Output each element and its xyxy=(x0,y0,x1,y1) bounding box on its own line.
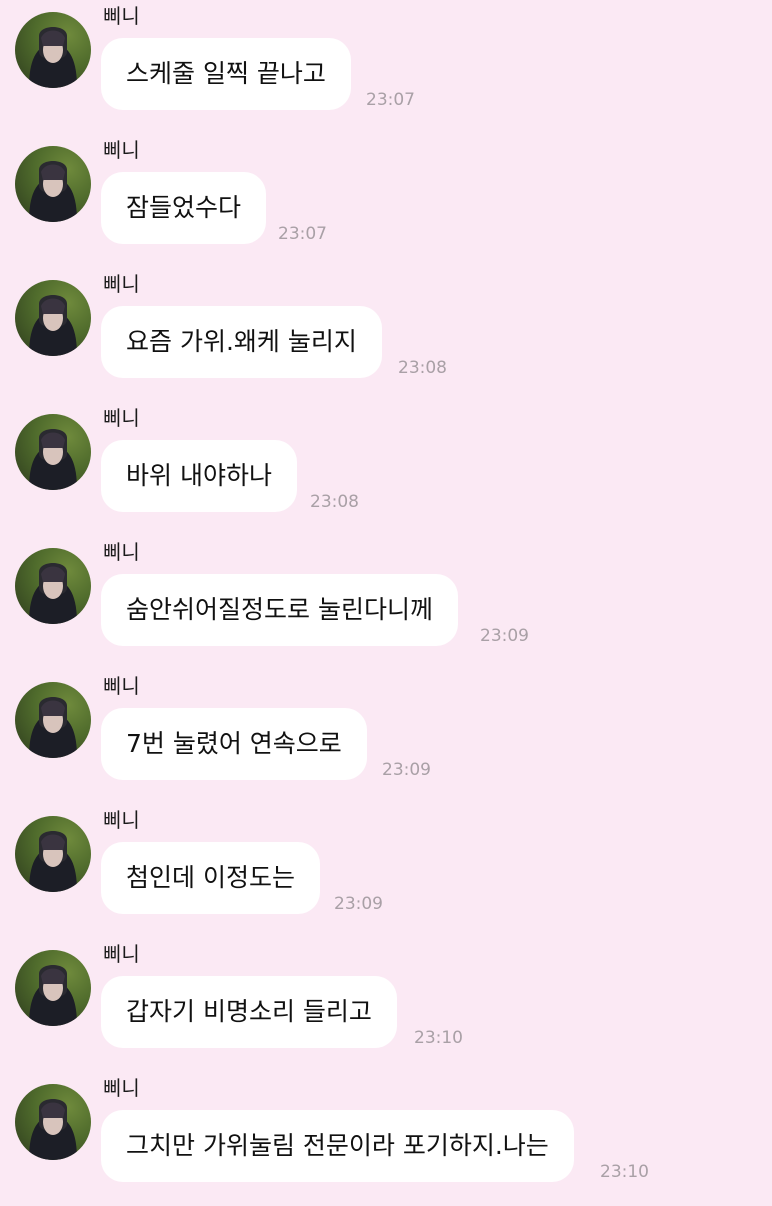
avatar[interactable] xyxy=(15,682,91,758)
message-bubble[interactable]: 바위 내야하나 xyxy=(101,440,297,512)
chat-message: 삐니 잠들었수다 23:07 xyxy=(0,134,772,268)
chat-message-list[interactable]: 삐니 스케줄 일찍 끝나고 23:07 삐니 잠들었수다 23:07 삐니 요즘… xyxy=(0,0,772,1200)
chat-message: 삐니 갑자기 비명소리 들리고 23:10 xyxy=(0,938,772,1072)
message-timestamp: 23:08 xyxy=(310,492,359,512)
message-timestamp: 23:08 xyxy=(398,358,447,378)
message-bubble[interactable]: 스케줄 일찍 끝나고 xyxy=(101,38,351,110)
sender-name: 삐니 xyxy=(103,942,140,966)
avatar[interactable] xyxy=(15,414,91,490)
message-timestamp: 23:10 xyxy=(414,1028,463,1048)
avatar[interactable] xyxy=(15,1084,91,1160)
message-bubble[interactable]: 첨인데 이정도는 xyxy=(101,842,320,914)
sender-name: 삐니 xyxy=(103,808,140,832)
message-timestamp: 23:07 xyxy=(278,224,327,244)
chat-message: 삐니 첨인데 이정도는 23:09 xyxy=(0,804,772,938)
message-bubble[interactable]: 잠들었수다 xyxy=(101,172,267,244)
avatar[interactable] xyxy=(15,816,91,892)
avatar[interactable] xyxy=(15,548,91,624)
message-bubble[interactable]: 그치만 가위눌림 전문이라 포기하지.나는 xyxy=(101,1110,574,1182)
avatar[interactable] xyxy=(15,12,91,88)
message-bubble[interactable]: 7번 눌렸어 연속으로 xyxy=(101,708,367,780)
sender-name: 삐니 xyxy=(103,138,140,162)
sender-name: 삐니 xyxy=(103,540,140,564)
chat-message: 삐니 그치만 가위눌림 전문이라 포기하지.나는 23:10 xyxy=(0,1072,772,1206)
message-timestamp: 23:09 xyxy=(382,760,431,780)
sender-name: 삐니 xyxy=(103,4,140,28)
message-timestamp: 23:09 xyxy=(334,894,383,914)
sender-name: 삐니 xyxy=(103,406,140,430)
chat-message: 삐니 바위 내야하나 23:08 xyxy=(0,402,772,536)
sender-name: 삐니 xyxy=(103,1076,140,1100)
avatar[interactable] xyxy=(15,950,91,1026)
chat-message: 삐니 7번 눌렸어 연속으로 23:09 xyxy=(0,670,772,804)
avatar[interactable] xyxy=(15,280,91,356)
message-timestamp: 23:09 xyxy=(480,626,529,646)
chat-message: 삐니 요즘 가위.왜케 눌리지 23:08 xyxy=(0,268,772,402)
message-bubble[interactable]: 숨안쉬어질정도로 눌린다니께 xyxy=(101,574,458,646)
chat-message: 삐니 스케줄 일찍 끝나고 23:07 xyxy=(0,0,772,134)
sender-name: 삐니 xyxy=(103,272,140,296)
message-timestamp: 23:07 xyxy=(366,90,415,110)
chat-message: 삐니 숨안쉬어질정도로 눌린다니께 23:09 xyxy=(0,536,772,670)
avatar[interactable] xyxy=(15,146,91,222)
message-bubble[interactable]: 요즘 가위.왜케 눌리지 xyxy=(101,306,382,378)
sender-name: 삐니 xyxy=(103,674,140,698)
message-timestamp: 23:10 xyxy=(600,1162,649,1182)
message-bubble[interactable]: 갑자기 비명소리 들리고 xyxy=(101,976,397,1048)
